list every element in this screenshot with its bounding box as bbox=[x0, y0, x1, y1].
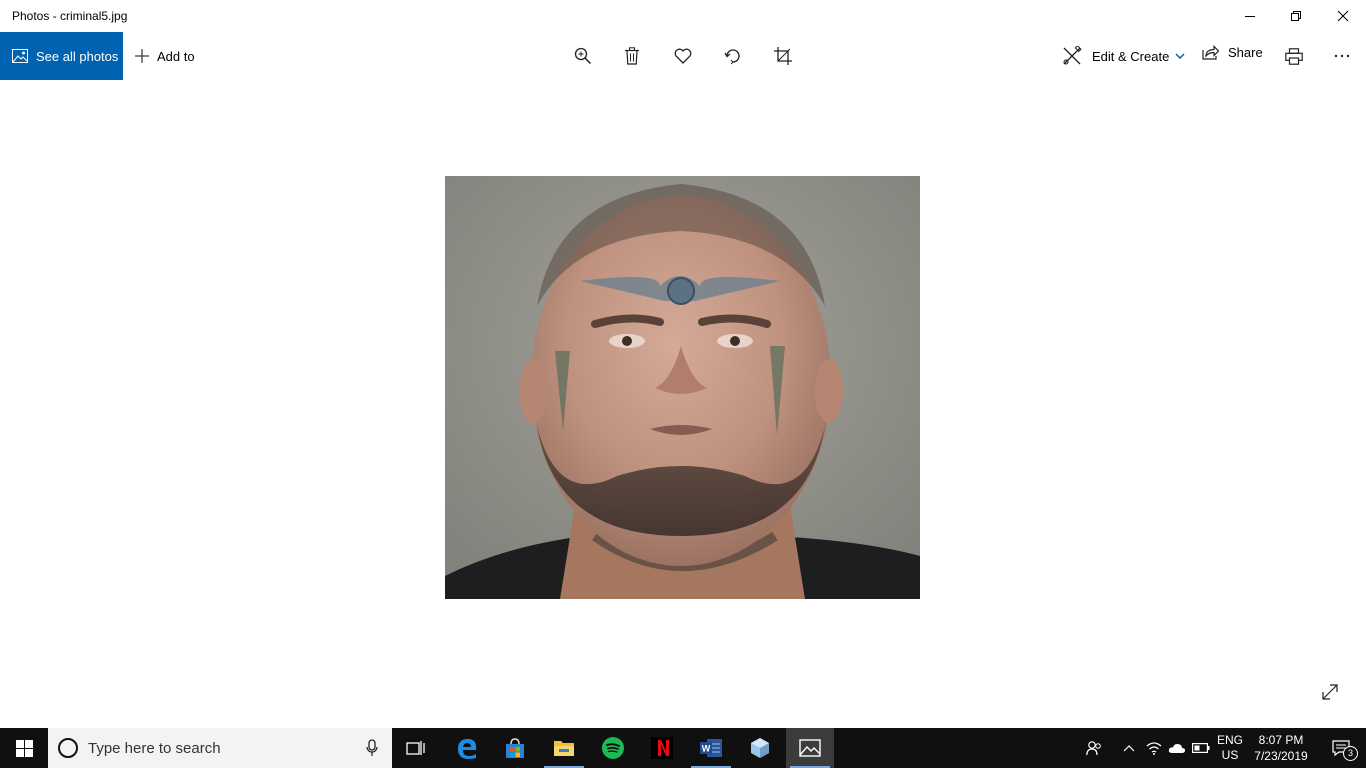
full-screen-button[interactable] bbox=[1320, 682, 1340, 702]
crop-button[interactable] bbox=[769, 42, 797, 70]
3d-viewer-app[interactable] bbox=[736, 728, 784, 768]
clock-date: 7/23/2019 bbox=[1254, 749, 1308, 763]
store-app[interactable] bbox=[491, 728, 539, 768]
more-options-button[interactable] bbox=[1328, 42, 1356, 70]
displayed-photo bbox=[445, 176, 920, 599]
task-view-icon bbox=[406, 741, 425, 755]
spotify-app[interactable] bbox=[589, 728, 637, 768]
svg-text:W: W bbox=[702, 744, 711, 754]
add-to-button[interactable]: Add to bbox=[134, 32, 195, 80]
people-icon bbox=[1086, 741, 1101, 756]
netflix-app[interactable] bbox=[638, 728, 686, 768]
photos-app[interactable] bbox=[786, 728, 834, 768]
battery-button[interactable] bbox=[1190, 728, 1212, 768]
toolbar: See all photos Add to Edit & Create Shar… bbox=[0, 32, 1366, 80]
cube-icon bbox=[751, 738, 769, 758]
edit-create-button[interactable]: Edit & Create bbox=[1062, 32, 1185, 80]
action-center-button[interactable]: 3 bbox=[1316, 728, 1366, 768]
spotify-icon bbox=[602, 737, 624, 759]
restore-button[interactable] bbox=[1273, 0, 1319, 32]
file-explorer-app[interactable] bbox=[540, 728, 588, 768]
netflix-icon bbox=[651, 737, 673, 759]
language-code: ENG bbox=[1216, 733, 1243, 747]
close-button[interactable] bbox=[1320, 0, 1366, 32]
more-icon bbox=[1334, 54, 1350, 58]
minimize-icon bbox=[1245, 16, 1255, 17]
close-icon bbox=[1337, 10, 1349, 22]
start-button[interactable] bbox=[0, 728, 48, 768]
portrait-image bbox=[445, 176, 920, 599]
notification-badge: 3 bbox=[1343, 746, 1358, 761]
plus-icon bbox=[135, 49, 149, 63]
expand-icon bbox=[1322, 684, 1338, 700]
battery-icon bbox=[1192, 743, 1210, 753]
chevron-down-icon bbox=[1175, 53, 1185, 59]
title-bar: Photos - criminal5.jpg bbox=[0, 0, 1366, 32]
windows-logo-icon bbox=[15, 739, 33, 757]
search-placeholder: Type here to search bbox=[88, 739, 221, 757]
network-button[interactable] bbox=[1144, 728, 1164, 768]
share-label: Share bbox=[1228, 44, 1263, 60]
minimize-button[interactable] bbox=[1227, 0, 1273, 32]
see-all-photos-label: See all photos bbox=[36, 48, 119, 64]
word-app[interactable]: W bbox=[687, 728, 735, 768]
region-code: US bbox=[1221, 748, 1239, 762]
zoom-icon bbox=[574, 47, 592, 65]
delete-button[interactable] bbox=[618, 42, 646, 70]
window-title: Photos - criminal5.jpg bbox=[12, 9, 128, 23]
crop-icon bbox=[774, 47, 792, 65]
clock[interactable]: 8:07 PM 7/23/2019 bbox=[1250, 732, 1312, 764]
show-hidden-icons-button[interactable] bbox=[1119, 728, 1139, 768]
photos-icon bbox=[799, 739, 821, 757]
people-button[interactable] bbox=[1082, 728, 1106, 768]
share-icon bbox=[1202, 44, 1219, 60]
photos-app-window: Photos - criminal5.jpg See all photos Ad… bbox=[0, 0, 1366, 728]
wifi-icon bbox=[1146, 742, 1162, 755]
edit-create-label: Edit & Create bbox=[1092, 48, 1170, 64]
see-all-photos-button[interactable]: See all photos bbox=[0, 32, 123, 80]
edge-app[interactable] bbox=[443, 728, 491, 768]
cloud-icon bbox=[1168, 743, 1186, 753]
word-icon: W bbox=[700, 739, 722, 757]
store-icon bbox=[506, 738, 524, 758]
input-language-indicator[interactable]: ENG US bbox=[1214, 733, 1246, 763]
add-to-label: Add to bbox=[157, 48, 195, 64]
print-button[interactable] bbox=[1280, 42, 1308, 70]
delete-icon bbox=[625, 47, 639, 65]
zoom-button[interactable] bbox=[569, 42, 597, 70]
edge-icon bbox=[458, 739, 477, 759]
share-button[interactable]: Share bbox=[1202, 32, 1263, 72]
onedrive-button[interactable] bbox=[1166, 728, 1188, 768]
task-view-button[interactable] bbox=[392, 728, 440, 768]
photos-icon bbox=[12, 49, 28, 63]
rotate-icon bbox=[724, 49, 740, 65]
favorite-button[interactable] bbox=[669, 42, 697, 70]
restore-icon bbox=[1291, 11, 1301, 21]
taskbar: Type here to search W ENG US 8:07 PM 7/2… bbox=[0, 728, 1366, 768]
chevron-up-icon bbox=[1123, 745, 1135, 752]
folder-icon bbox=[554, 741, 574, 756]
edit-create-icon bbox=[1063, 46, 1082, 65]
print-icon bbox=[1285, 47, 1303, 65]
rotate-button[interactable] bbox=[719, 42, 747, 70]
heart-icon bbox=[674, 48, 692, 64]
microphone-icon[interactable] bbox=[366, 739, 378, 757]
taskbar-search-box[interactable]: Type here to search bbox=[48, 728, 392, 768]
cortana-icon bbox=[58, 738, 78, 758]
clock-time: 8:07 PM bbox=[1258, 733, 1304, 747]
